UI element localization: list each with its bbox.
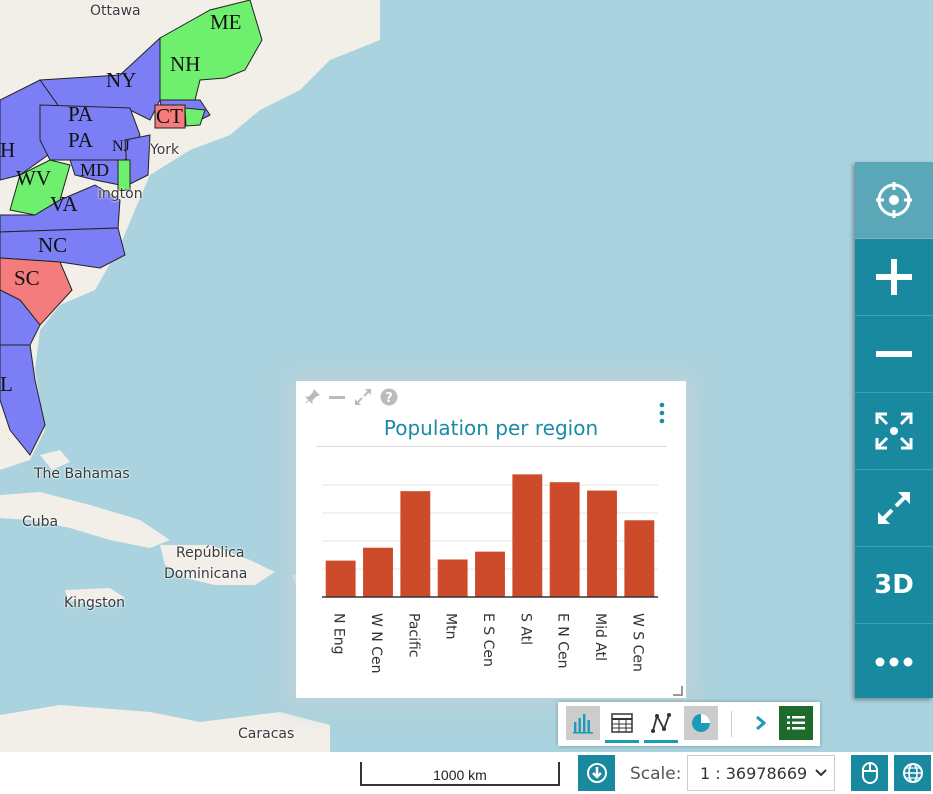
x-tick-label: W S Cen xyxy=(629,613,645,672)
table-mode-underline xyxy=(605,740,639,743)
state-label: NY xyxy=(106,68,137,92)
legend-list-button[interactable] xyxy=(779,706,813,740)
bar-mtn[interactable] xyxy=(437,559,468,597)
zoom-in-icon xyxy=(876,259,912,295)
x-tick-label: E N Cen xyxy=(555,613,571,668)
bar-chart-mode-button[interactable] xyxy=(566,706,600,740)
chevron-down-icon xyxy=(815,769,827,777)
place-label: ington xyxy=(98,186,143,202)
pie-chart-mode-button[interactable] xyxy=(684,706,718,740)
chart-mode-bar xyxy=(558,702,820,746)
bar-e-n-cen[interactable] xyxy=(549,482,580,597)
bar-s-atl[interactable] xyxy=(512,474,543,597)
state-label: CT xyxy=(156,104,183,128)
state-label: ME xyxy=(210,10,242,34)
mouse-icon xyxy=(861,762,878,784)
full-extent-button[interactable] xyxy=(855,393,933,470)
locate-icon xyxy=(876,182,912,218)
state-label: VA xyxy=(50,192,78,216)
map-nav-toolbar: 3D xyxy=(855,162,933,698)
scale-bar-label: 1000 km xyxy=(433,767,487,783)
download-button[interactable] xyxy=(578,755,615,791)
place-label: Dominicana xyxy=(164,566,248,582)
zoom-out-button[interactable] xyxy=(855,316,933,393)
state-label: H xyxy=(0,138,16,162)
bar-pacific[interactable] xyxy=(400,491,431,597)
scale-bar: 1000 km xyxy=(360,762,560,786)
scale-value: 1 : 36978669 xyxy=(700,764,808,783)
more-button[interactable] xyxy=(855,624,933,700)
state-label: L xyxy=(0,372,13,396)
line-chart-icon xyxy=(651,713,671,733)
state-label: PA xyxy=(68,128,93,152)
bar-chart-icon xyxy=(573,714,593,734)
locate-button[interactable] xyxy=(855,162,933,239)
place-label: República xyxy=(176,545,245,561)
bar-e-s-cen[interactable] xyxy=(475,551,505,597)
zoom-in-button[interactable] xyxy=(855,239,933,316)
bar-chart: N Eng W N Cen Pacific Mtn E S Cen S Atl E N Ce… xyxy=(322,474,658,673)
x-tick-label: N Eng xyxy=(331,613,347,655)
more-icon xyxy=(875,657,913,667)
bar-mid-atl[interactable] xyxy=(587,490,617,597)
chevron-right-icon xyxy=(756,715,767,731)
table-icon xyxy=(611,713,633,733)
3d-toggle-button[interactable]: 3D xyxy=(855,547,933,624)
place-label: York xyxy=(150,142,180,158)
x-tick-label: Mid Atl xyxy=(592,613,608,661)
place-label: Kingston xyxy=(64,595,126,611)
line-mode-underline xyxy=(644,740,678,743)
mouse-mode-button[interactable] xyxy=(851,755,888,791)
x-tick-label: Mtn xyxy=(443,613,459,639)
zoom-out-icon xyxy=(876,351,912,357)
x-tick-label: Pacific xyxy=(405,613,421,658)
bar-n-eng[interactable] xyxy=(325,560,356,597)
bar-w-s-cen[interactable] xyxy=(624,520,655,597)
3d-label: 3D xyxy=(874,570,914,600)
place-label: The Bahamas xyxy=(34,466,130,482)
x-tick-label: E S Cen xyxy=(480,613,496,667)
x-tick-label: S Atl xyxy=(517,613,533,645)
place-label: Caracas xyxy=(238,726,295,742)
fullscreen-icon xyxy=(878,492,910,524)
state-label: MD xyxy=(80,160,110,180)
list-icon xyxy=(787,716,805,730)
line-chart-mode-button[interactable] xyxy=(644,706,678,743)
chart-widget[interactable]: ? Population per region N Eng W N Cen Paci… xyxy=(296,381,686,698)
scale-select[interactable]: 1 : 36978669 xyxy=(687,755,835,791)
scale-label: Scale: xyxy=(630,764,682,784)
full-extent-icon xyxy=(875,412,913,450)
globe-button[interactable] xyxy=(894,755,931,791)
bar-w-n-cen[interactable] xyxy=(363,547,393,597)
table-mode-button[interactable] xyxy=(605,706,639,743)
resize-handle[interactable] xyxy=(673,686,683,696)
place-label: Ottawa xyxy=(90,3,141,19)
collapse-button[interactable] xyxy=(744,706,778,740)
x-tick-label: W N Cen xyxy=(368,613,384,673)
download-icon xyxy=(586,763,607,783)
fullscreen-button[interactable] xyxy=(855,470,933,547)
state-label: WV xyxy=(16,166,51,190)
state-label: NH xyxy=(170,52,201,76)
globe-icon xyxy=(902,763,923,783)
pie-chart-icon xyxy=(692,714,710,732)
place-label: Cuba xyxy=(22,514,59,530)
state-label: NC xyxy=(38,233,68,257)
state-label: NJ xyxy=(112,138,130,155)
mode-bar-divider xyxy=(731,711,732,737)
state-label: PA xyxy=(68,102,93,126)
state-label: SC xyxy=(14,266,40,290)
